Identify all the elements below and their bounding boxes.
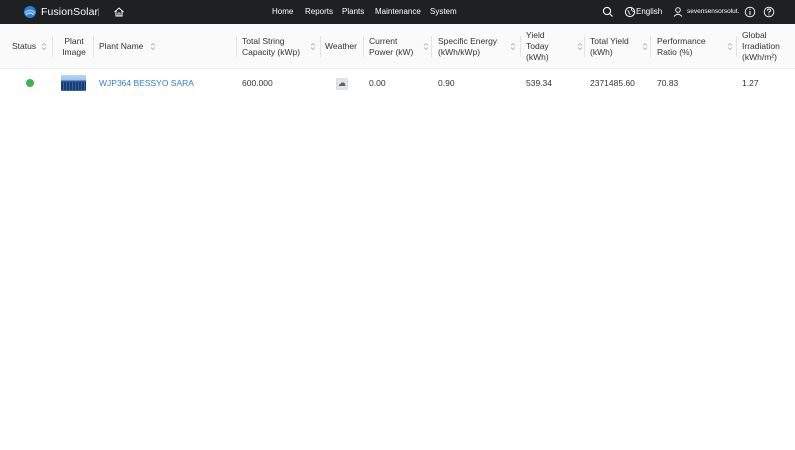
help-icon[interactable] bbox=[762, 5, 776, 19]
plant-name-link[interactable]: WJP364 BESSYO SARA bbox=[99, 69, 194, 98]
cell-global-irradiation: 1.27 bbox=[742, 78, 759, 88]
column-divider bbox=[431, 36, 432, 57]
cell-performance-ratio: 70.83 bbox=[657, 78, 679, 88]
header-current-power[interactable]: Current Power (kW) bbox=[369, 24, 429, 69]
nav-home[interactable]: Home bbox=[272, 0, 293, 24]
sort-icon[interactable] bbox=[41, 42, 47, 51]
fusionsolar-logo-icon bbox=[24, 6, 36, 18]
brand-logo[interactable]: FusionSolar bbox=[23, 5, 98, 19]
column-divider bbox=[52, 36, 53, 57]
language-selector[interactable]: English bbox=[636, 0, 662, 24]
globe-icon[interactable] bbox=[623, 5, 637, 19]
cell-total-yield: 2371485.60 bbox=[590, 78, 635, 88]
nav-system[interactable]: System bbox=[430, 0, 457, 24]
sort-icon[interactable] bbox=[150, 42, 156, 51]
sort-icon[interactable] bbox=[423, 42, 429, 51]
status-online-indicator bbox=[26, 79, 34, 87]
brand-name: FusionSolar bbox=[41, 6, 99, 18]
header-weather: Weather bbox=[325, 41, 357, 51]
column-divider bbox=[320, 36, 321, 57]
info-icon[interactable] bbox=[743, 5, 757, 19]
column-divider bbox=[236, 36, 237, 57]
header-total-string-capacity[interactable]: Total String Capacity (kWp) bbox=[242, 24, 316, 69]
topbar-divider bbox=[98, 8, 99, 16]
table-row[interactable]: WJP364 BESSYO SARA 600.000 0.00 0.90 539… bbox=[0, 69, 795, 98]
solar-panel-rows bbox=[61, 82, 86, 90]
plant-thumbnail[interactable] bbox=[61, 75, 86, 91]
sort-icon[interactable] bbox=[310, 42, 316, 51]
top-navigation-bar: FusionSolar Home Reports Plants Maintena… bbox=[0, 0, 795, 24]
search-icon[interactable] bbox=[601, 5, 615, 19]
column-divider bbox=[736, 36, 737, 57]
sort-icon[interactable] bbox=[727, 42, 733, 51]
column-divider bbox=[93, 36, 94, 57]
header-performance-ratio[interactable]: Performance Ratio (%) bbox=[657, 24, 733, 69]
header-yield-today[interactable]: Yield Today (kWh) bbox=[526, 24, 583, 69]
column-divider bbox=[363, 36, 364, 57]
user-icon[interactable] bbox=[671, 5, 685, 19]
cell-current-power: 0.00 bbox=[369, 78, 386, 88]
nav-plants[interactable]: Plants bbox=[342, 0, 364, 24]
header-status[interactable]: Status bbox=[12, 24, 47, 69]
weather-cloudy-icon bbox=[336, 78, 348, 90]
cell-yield-today: 539.34 bbox=[526, 78, 552, 88]
user-account-name[interactable]: sevensensorsolut... bbox=[687, 0, 739, 24]
column-divider bbox=[584, 36, 585, 57]
sort-icon[interactable] bbox=[642, 42, 648, 51]
nav-reports[interactable]: Reports bbox=[305, 0, 333, 24]
sort-icon[interactable] bbox=[577, 42, 583, 51]
column-divider bbox=[520, 36, 521, 57]
header-total-yield[interactable]: Total Yield (kWh) bbox=[590, 24, 648, 69]
plant-table-header: Status Plant Image Plant Name Total Stri… bbox=[0, 24, 795, 69]
header-plant-name[interactable]: Plant Name bbox=[99, 24, 156, 69]
header-plant-image: Plant Image bbox=[62, 35, 86, 57]
sort-icon[interactable] bbox=[510, 42, 516, 51]
home-icon[interactable] bbox=[112, 5, 126, 19]
header-specific-energy[interactable]: Specific Energy (kWh/kWp) bbox=[438, 24, 516, 69]
cell-total-string-capacity: 600.000 bbox=[242, 78, 273, 88]
nav-maintenance[interactable]: Maintenance bbox=[375, 0, 421, 24]
cell-specific-energy: 0.90 bbox=[438, 78, 455, 88]
column-divider bbox=[650, 36, 651, 57]
header-global-irradiation: Global Irradiation (kWh/m²) bbox=[742, 30, 780, 62]
